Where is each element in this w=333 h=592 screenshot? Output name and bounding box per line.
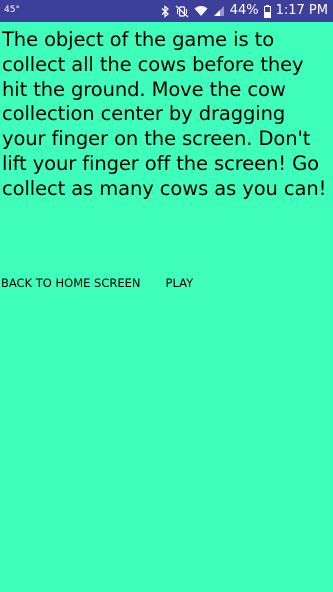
status-icons: 44% 1:17 PM [161, 0, 328, 22]
back-to-home-button[interactable]: BACK TO HOME SCREEN [1, 276, 141, 290]
temperature-indicator: 45° [4, 5, 20, 15]
bluetooth-icon [161, 4, 170, 18]
cell-signal-icon [213, 5, 225, 17]
game-instructions: The object of the game is to collect all… [2, 28, 327, 200]
button-row: BACK TO HOME SCREEN PLAY [0, 272, 193, 294]
wifi-icon [194, 5, 208, 17]
vibrate-mute-icon [175, 5, 189, 18]
battery-percent: 44% [229, 3, 259, 18]
battery-icon [263, 4, 271, 18]
clock: 1:17 PM [275, 3, 328, 18]
status-bar: 45° 44% 1:17 PM [0, 0, 333, 22]
play-button[interactable]: PLAY [166, 276, 194, 290]
